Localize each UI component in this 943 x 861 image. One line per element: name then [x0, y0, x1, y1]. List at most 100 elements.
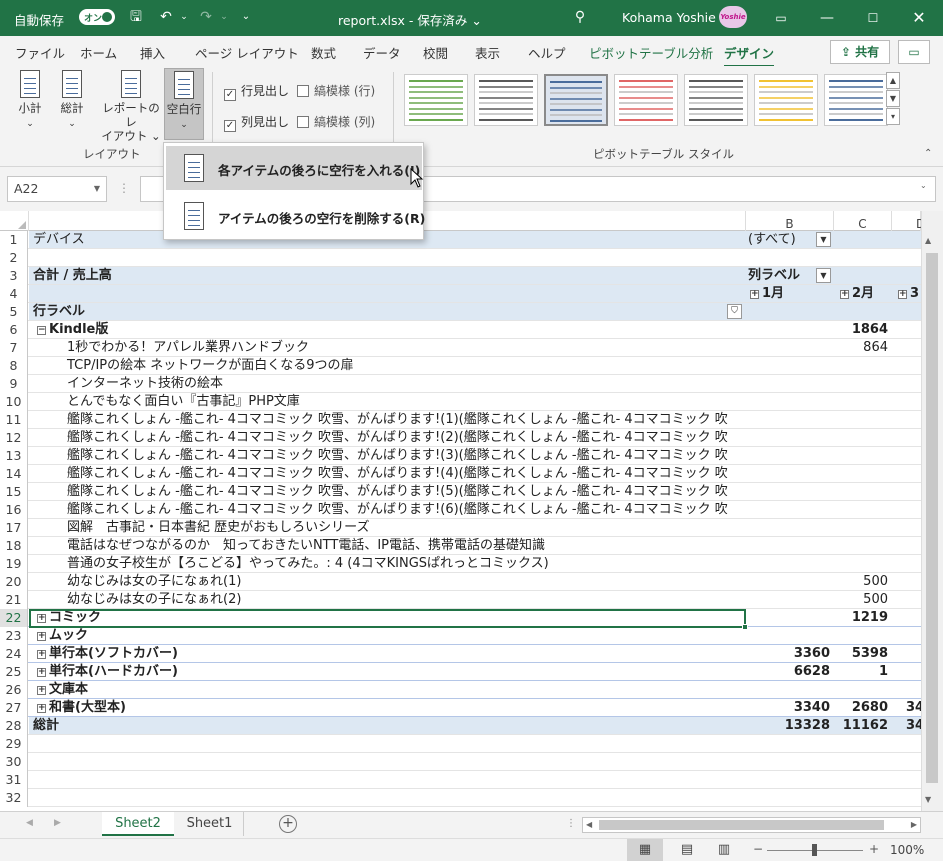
page-layout-view-icon[interactable]: ▤: [677, 839, 697, 861]
cell-a[interactable]: インターネット技術の絵本: [31, 375, 223, 393]
cell-b[interactable]: [746, 321, 832, 339]
cell-c[interactable]: [834, 627, 890, 645]
cell-c[interactable]: +2月: [834, 285, 890, 303]
zoom-slider-thumb[interactable]: [812, 844, 817, 856]
table-row[interactable]: 28 総計 13328 11162 34: [0, 717, 921, 735]
pivot-style-option[interactable]: [754, 74, 818, 126]
table-row[interactable]: 22 + コミック 1219: [0, 609, 921, 627]
row-number[interactable]: 11: [0, 411, 28, 429]
pivot-style-option[interactable]: [404, 74, 468, 126]
add-sheet-icon[interactable]: +: [279, 815, 297, 833]
table-row[interactable]: 30: [0, 753, 921, 771]
cell-a[interactable]: 幼なじみは女の子になぁれ(2): [31, 591, 241, 609]
tab-file[interactable]: ファイル: [15, 43, 65, 62]
cell-c[interactable]: 11162: [834, 717, 890, 735]
cell-d[interactable]: [892, 573, 921, 591]
cell-c[interactable]: [834, 375, 890, 393]
blank-rows-button[interactable]: 空白行 ⌄: [164, 68, 204, 140]
filter-dropdown-icon[interactable]: ▼: [816, 232, 831, 247]
tab-page-layout[interactable]: ページ レイアウト: [195, 43, 299, 62]
cell-a[interactable]: − Kindle版: [31, 321, 108, 339]
autosave-toggle[interactable]: オン: [79, 9, 115, 25]
row-number[interactable]: 10: [0, 393, 28, 411]
save-icon[interactable]: 🖫: [126, 7, 146, 27]
cell-b[interactable]: [746, 411, 832, 429]
cell-b[interactable]: [746, 609, 832, 627]
collapse-ribbon-icon[interactable]: ⌃: [924, 148, 932, 159]
cell-a[interactable]: [31, 771, 33, 789]
fill-handle[interactable]: [742, 624, 748, 630]
tab-pivot-analyze[interactable]: ピボットテーブル分析: [589, 43, 713, 62]
cell-c[interactable]: 2680: [834, 699, 890, 717]
report-layout-button[interactable]: レポートのレ イアウト ⌄: [99, 70, 163, 143]
row-number[interactable]: 9: [0, 375, 28, 393]
vertical-scrollbar[interactable]: ▲ ▼: [921, 211, 943, 811]
row-number[interactable]: 13: [0, 447, 28, 465]
cell-a[interactable]: + ムック: [31, 627, 88, 645]
cell-a[interactable]: TCP/IPの絵本 ネットワークが面白くなる9つの扉: [31, 357, 354, 375]
tab-insert[interactable]: 挿入: [140, 43, 165, 62]
table-row[interactable]: 32: [0, 789, 921, 807]
cell-d[interactable]: [892, 375, 921, 393]
cell-d[interactable]: [892, 447, 921, 465]
cell-b[interactable]: [746, 771, 832, 789]
cell-b[interactable]: [746, 753, 832, 771]
row-number[interactable]: 2: [0, 249, 28, 267]
cell-c[interactable]: [834, 735, 890, 753]
menu-insert-blank-line[interactable]: 各アイテムの後ろに空行を入れる(I): [166, 146, 422, 190]
table-row[interactable]: 8 TCP/IPの絵本 ネットワークが面白くなる9つの扉: [0, 357, 921, 375]
sheet-tab-sheet2[interactable]: Sheet2: [102, 812, 174, 836]
row-number[interactable]: 6: [0, 321, 28, 339]
row-number[interactable]: 24: [0, 645, 28, 663]
cell-a[interactable]: + 単行本(ソフトカバー): [31, 645, 178, 663]
row-number[interactable]: 23: [0, 627, 28, 645]
cell-b[interactable]: [746, 537, 832, 555]
row-number[interactable]: 8: [0, 357, 28, 375]
row-headers-checkbox[interactable]: ✓ 行見出し: [224, 82, 289, 101]
cell-c[interactable]: [834, 231, 890, 249]
cell-d[interactable]: [892, 321, 921, 339]
cell-c[interactable]: [834, 393, 890, 411]
name-box[interactable]: A22 ▼: [7, 176, 107, 202]
cell-c[interactable]: [834, 303, 890, 321]
prev-sheet-icon[interactable]: ◀: [26, 818, 33, 828]
table-row[interactable]: 17 図解 古事記・日本書紀 歴史がおもしろいシリーズ: [0, 519, 921, 537]
cell-b[interactable]: [746, 429, 832, 447]
cell-c[interactable]: 1219: [834, 609, 890, 627]
row-number[interactable]: 12: [0, 429, 28, 447]
cell-c[interactable]: 500: [834, 573, 890, 591]
cell-a[interactable]: 艦隊これくしょん -艦これ- 4コマコミック 吹雪、がんばります!(2)(艦隊こ…: [31, 429, 728, 447]
table-row[interactable]: 13 艦隊これくしょん -艦これ- 4コマコミック 吹雪、がんばります!(3)(艦…: [0, 447, 921, 465]
cell-a[interactable]: 行ラベル: [31, 303, 85, 321]
row-number[interactable]: 19: [0, 555, 28, 573]
cell-b[interactable]: [746, 627, 832, 645]
cell-d[interactable]: 34: [892, 717, 921, 735]
tab-review[interactable]: 校閲: [423, 43, 448, 62]
user-name[interactable]: Kohama Yoshie: [622, 10, 716, 25]
cell-d[interactable]: [892, 663, 921, 681]
cell-b[interactable]: [746, 591, 832, 609]
table-row[interactable]: 7 1秒でわかる！アパレル業界ハンドブック 864: [0, 339, 921, 357]
cell-b[interactable]: [746, 573, 832, 591]
banded-cols-checkbox[interactable]: 縞模様 (列): [297, 113, 375, 130]
pivot-style-option[interactable]: [824, 74, 888, 126]
cell-d[interactable]: [892, 735, 921, 753]
cell-a[interactable]: 艦隊これくしょん -艦これ- 4コマコミック 吹雪、がんばります!(1)(艦隊こ…: [31, 411, 728, 429]
cell-d[interactable]: [892, 519, 921, 537]
row-number[interactable]: 15: [0, 483, 28, 501]
maximize-icon[interactable]: ☐: [850, 0, 896, 36]
sheet-tab-sheet1[interactable]: Sheet1: [176, 812, 244, 836]
cell-d[interactable]: [892, 393, 921, 411]
row-number[interactable]: 29: [0, 735, 28, 753]
cell-c[interactable]: 1: [834, 663, 890, 681]
cell-c[interactable]: [834, 357, 890, 375]
table-row[interactable]: 24 + 単行本(ソフトカバー) 3360 5398: [0, 645, 921, 663]
cell-b[interactable]: +1月: [746, 285, 832, 303]
menu-remove-blank-line[interactable]: アイテムの後ろの空行を削除する(R): [166, 194, 425, 238]
table-row[interactable]: 3 合計 / 売上高 列ラベル ▼: [0, 267, 921, 285]
cell-d[interactable]: +3: [892, 285, 921, 303]
cell-b[interactable]: [746, 303, 832, 321]
cell-d[interactable]: [892, 555, 921, 573]
column-header-c[interactable]: C: [834, 211, 892, 231]
scroll-up-icon[interactable]: ▲: [925, 236, 931, 245]
